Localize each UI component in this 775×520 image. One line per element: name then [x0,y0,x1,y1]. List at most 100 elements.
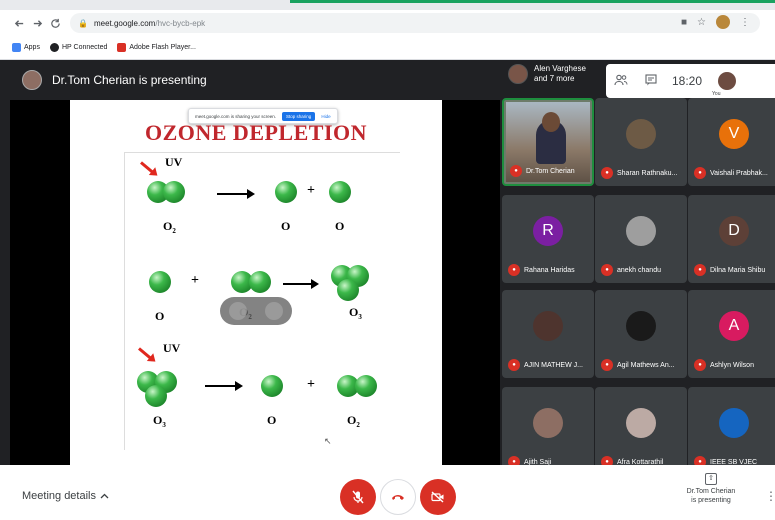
star-icon[interactable]: ☆ [697,17,706,28]
videocam-off-icon [431,491,444,503]
menu-icon[interactable]: ⋮ [740,17,750,28]
oxygen-atom [145,385,167,407]
participant-tile[interactable]: A ● Ashlyn Wilson [688,290,775,378]
url-input[interactable]: 🔒 meet.google.com/hvc-bycb-epk ■ ☆ ⋮ [70,13,760,33]
summary-line-1: Alen Varghese [534,64,586,73]
participant-tile[interactable]: V ● Vaishali Prabhak... [688,98,775,186]
muted-mic-icon: ● [601,359,613,371]
molecule-label-o: O [281,219,291,233]
chat-icon[interactable] [636,73,666,89]
bookmark-label: Adobe Flash Player... [129,44,196,51]
meet-stage: Dr.Tom Cherian is presenting meet.google… [0,60,775,475]
participant-name: Vaishali Prabhak... [710,169,768,177]
mouse-cursor-icon: ↖ [324,436,332,446]
presenter-banner: Dr.Tom Cherian is presenting [0,60,500,100]
photo-avatar [626,216,656,246]
more-vert-icon[interactable]: ⋮ [765,489,775,503]
participant-tile[interactable]: ● AJIN MATHEW J... [502,290,594,378]
reload-icon[interactable] [46,14,64,32]
oxygen-atom [329,181,351,203]
photo-avatar [626,311,656,341]
presentation-area[interactable]: meet.google.com is sharing your screen. … [10,100,500,465]
back-icon[interactable] [10,14,28,32]
participant-name: Rahana Haridas [524,266,575,274]
you-label: You [712,91,721,97]
molecule-label-o: O [335,219,345,233]
molecule-label-o3: O3 [153,413,166,429]
muted-mic-icon: ● [694,264,706,276]
clock-time: 18:20 [672,74,703,88]
subscript: 3 [358,313,362,321]
meeting-toolbar: 18:20 You [606,64,775,98]
participant-tile[interactable]: ● Dr.Tom Cherian [502,98,594,186]
self-avatar[interactable]: You [712,72,737,97]
call-controls-overlay[interactable] [220,297,292,325]
photo-avatar [533,408,563,438]
bottom-control-bar: Meeting details ⇧ Dr.Tom Cherian is pres… [0,465,775,520]
hp-logo-icon [49,43,59,52]
participant-name-row: ● Dr.Tom Cherian [510,165,575,177]
photo-avatar [626,119,656,149]
presenter-text: Dr.Tom Cherian is presenting [52,73,207,87]
participant-tile[interactable]: D ● Dilna Maria Shibu [688,195,775,283]
reaction-arrow [217,189,255,199]
mic-toggle-button[interactable] [340,479,376,515]
presenting-indicator[interactable]: ⇧ Dr.Tom Cherian is presenting [676,473,746,505]
oxygen-atom [261,375,283,397]
camera-toggle-button[interactable] [420,479,456,515]
molecule-label-o: O [155,309,165,323]
participant-tile[interactable]: ● IEEE SB VJEC [688,387,775,475]
mic-overlay-icon[interactable] [229,302,247,320]
label-text: O [153,413,163,427]
photo-avatar [719,408,749,438]
participant-name: AJIN MATHEW J... [524,361,583,369]
adobe-logo-icon [117,43,127,52]
letter-avatar: A [719,311,749,341]
leave-call-button[interactable] [380,479,416,515]
camera-indicator-icon[interactable]: ■ [681,17,687,28]
photo-avatar [533,311,563,341]
call-overlay-icon[interactable] [265,302,283,320]
muted-mic-icon: ● [508,264,520,276]
muted-mic-icon: ● [508,359,520,371]
participant-summary[interactable]: Alen Varghese and 7 more [508,64,586,84]
participant-tile[interactable]: ● Ajith Saji [502,387,594,475]
participant-tile[interactable]: ● Sharan Rathnaku... [595,98,687,186]
participant-name-row: ● Ashlyn Wilson [694,359,754,371]
participant-name: Ashlyn Wilson [710,361,754,369]
meeting-details-button[interactable]: Meeting details [22,490,109,502]
slide-title: OZONE DEPLETION [144,120,368,145]
participant-name-row: ● AJIN MATHEW J... [508,359,583,371]
person-head [542,112,560,132]
muted-mic-icon: ● [510,165,522,177]
oxygen-atom [163,181,185,203]
muted-mic-icon: ● [694,167,706,179]
bookmark-apps[interactable]: Apps [12,43,40,52]
tab-accent-bar [290,0,775,3]
uv-arrow-icon [138,347,154,362]
url-path: /hvc-bycb-epk [155,18,206,28]
participant-tile[interactable]: ● Agil Mathews An... [595,290,687,378]
presenting-line-2: is presenting [691,497,731,504]
people-icon[interactable] [606,74,636,89]
subscript: 3 [162,421,166,429]
bookmark-adobe-flash[interactable]: Adobe Flash Player... [117,43,196,52]
uv-label: UV [163,341,181,355]
extension-icon[interactable] [716,15,730,29]
bookmarks-bar: Apps HP Connected Adobe Flash Player... [0,36,775,60]
molecule-label-o: O [267,413,277,427]
plus-sign: + [307,377,315,392]
participant-tile[interactable]: R ● Rahana Haridas [502,195,594,283]
uv-arrow-icon [140,161,156,176]
muted-mic-icon: ● [601,167,613,179]
molecule-label-o2: O2 [163,219,176,235]
present-screen-icon: ⇧ [705,473,717,485]
hide-button[interactable]: Hide [321,114,330,119]
participant-name: anekh chandu [617,266,661,274]
participant-tile[interactable]: ● Afra Kottarathil [595,387,687,475]
share-notice-text: meet.google.com is sharing your screen. [195,113,277,119]
participant-tile[interactable]: ● anekh chandu [595,195,687,283]
bookmark-hp-connected[interactable]: HP Connected [49,43,107,52]
oxygen-atom [249,271,271,293]
forward-icon[interactable] [28,14,46,32]
